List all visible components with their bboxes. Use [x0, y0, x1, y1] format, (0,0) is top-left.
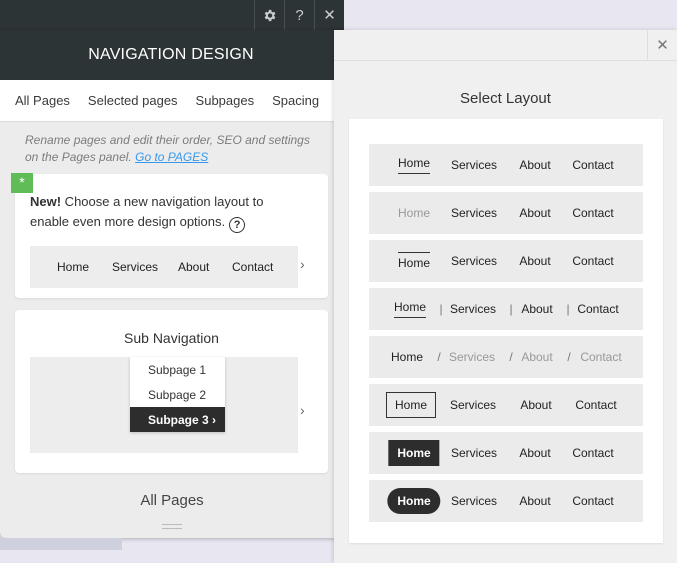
settings-button[interactable] — [254, 0, 284, 30]
tab-subpages[interactable]: Subpages — [196, 93, 255, 108]
layout-nav-item: Home — [397, 156, 431, 174]
layout-nav-item: Services — [449, 398, 497, 412]
layout-separator: | — [439, 302, 443, 316]
submenu-item: Subpage 2 — [148, 387, 207, 402]
layout-nav-item: About — [519, 446, 551, 460]
layout-nav-item: Services — [450, 158, 498, 172]
layout-option-boxed[interactable]: Home Services About Contact — [369, 384, 643, 426]
layout-nav-item: About — [519, 206, 551, 220]
layout-option-plain[interactable]: Home Services About Contact — [369, 192, 643, 234]
close-layout-button[interactable]: ✕ — [647, 30, 677, 60]
sub-navigation-title: Sub Navigation — [124, 330, 219, 346]
sub-navigation-card[interactable]: Sub Navigation Subpage 1 Subpage 2 Subpa… — [15, 310, 328, 473]
layout-nav-item: Services — [450, 254, 498, 268]
navigation-design-panel: NAVIGATION DESIGN All Pages Selected pag… — [0, 30, 344, 538]
layout-nav-item: Home — [397, 206, 431, 220]
layout-nav-item: Contact — [572, 446, 614, 460]
preview-nav-item: About — [178, 260, 210, 274]
layout-nav-item: Contact — [580, 350, 622, 364]
preview-nav-item: Contact — [232, 260, 274, 274]
layout-separator: | — [509, 302, 513, 316]
all-pages-footer: All Pages — [140, 492, 204, 509]
tab-bar: All Pages Selected pages Subpages Spacin… — [0, 80, 344, 122]
layout-nav-item: Services — [448, 350, 496, 364]
layout-separator: | — [566, 302, 570, 316]
divider — [334, 60, 677, 61]
layout-nav-item: Home — [393, 300, 427, 318]
layout-option-overline[interactable]: Home Services About Contact — [369, 240, 643, 282]
layout-nav-item: Services — [450, 494, 498, 508]
layout-nav-item: About — [519, 494, 551, 508]
layout-nav-item: Home — [397, 252, 431, 270]
background-strip — [0, 538, 122, 550]
layout-nav-item: Contact — [572, 254, 614, 268]
layout-nav-item: Home — [385, 392, 437, 418]
close-panel-button[interactable]: ✕ — [314, 0, 344, 30]
new-badge: * — [11, 173, 33, 193]
layout-nav-item: Home — [388, 440, 440, 466]
layout-nav-item: Contact — [572, 206, 614, 220]
layout-nav-item: Contact — [572, 494, 614, 508]
layout-nav-item: Contact — [575, 398, 617, 412]
layout-separator: / — [567, 350, 571, 364]
submenu-item: Subpage 1 — [148, 362, 207, 377]
new-layout-card[interactable]: * New! Choose a new navigation layout to… — [11, 173, 328, 298]
chevron-right-icon[interactable]: › — [300, 256, 305, 272]
tab-spacing[interactable]: Spacing — [272, 93, 319, 108]
layout-option-pill[interactable]: Home Services About Contact — [369, 480, 643, 522]
layout-nav-item: About — [519, 254, 551, 268]
preview-nav-item: Services — [112, 260, 159, 274]
help-circle-icon[interactable]: ? — [229, 217, 246, 233]
tab-all-pages[interactable]: All Pages — [15, 93, 70, 108]
submenu-item-active: Subpage 3 › — [130, 407, 225, 432]
resize-handle[interactable] — [162, 524, 182, 529]
layout-nav-item: Services — [450, 446, 498, 460]
tab-selected-pages[interactable]: Selected pages — [88, 93, 178, 108]
close-icon: ✕ — [656, 37, 669, 54]
layout-nav-item: Home — [390, 350, 424, 364]
layout-nav-item: About — [521, 350, 553, 364]
help-button[interactable]: ? — [284, 0, 314, 30]
panel-title: NAVIGATION DESIGN — [0, 30, 344, 80]
layout-options: Home Services About Contact Home Service… — [349, 119, 663, 543]
help-icon: ? — [295, 6, 304, 24]
chevron-right-icon[interactable]: › — [300, 402, 305, 418]
new-layout-text: New! Choose a new navigation layout to e… — [30, 194, 264, 233]
select-layout-title: Select Layout — [460, 90, 551, 107]
select-layout-panel: ✕ Select Layout Home Services About Cont… — [334, 30, 677, 563]
preview-nav-item: Home — [57, 260, 90, 274]
layout-nav-item: About — [521, 302, 553, 316]
layout-option-pipe[interactable]: Home | Services | About | Contact — [369, 288, 643, 330]
layout-nav-item: Contact — [572, 158, 614, 172]
current-layout-preview: Home Services About Contact — [30, 246, 298, 288]
layout-nav-item: About — [520, 398, 552, 412]
panel-top-controls: ? ✕ — [0, 0, 344, 30]
go-to-pages-link[interactable]: Go to PAGES — [135, 150, 208, 164]
layout-nav-item: About — [519, 158, 551, 172]
close-icon: ✕ — [323, 7, 336, 24]
layout-option-filled[interactable]: Home Services About Contact — [369, 432, 643, 474]
sub-navigation-preview: Subpage 1 Subpage 2 Subpage 3 › — [30, 357, 298, 453]
pages-hint: Rename pages and edit their order, SEO a… — [25, 133, 310, 164]
layout-separator: / — [509, 350, 513, 364]
layout-nav-item: Services — [449, 302, 497, 316]
layout-separator: / — [437, 350, 441, 364]
submenu-preview: Subpage 1 Subpage 2 Subpage 3 › — [130, 357, 225, 432]
layout-option-slash[interactable]: Home / Services / About / Contact — [369, 336, 643, 378]
layout-option-underline[interactable]: Home Services About Contact — [369, 144, 643, 186]
layout-nav-item: Home — [387, 488, 441, 514]
gear-icon — [264, 9, 276, 21]
layout-nav-item: Services — [450, 206, 498, 220]
layout-nav-item: Contact — [577, 302, 619, 316]
